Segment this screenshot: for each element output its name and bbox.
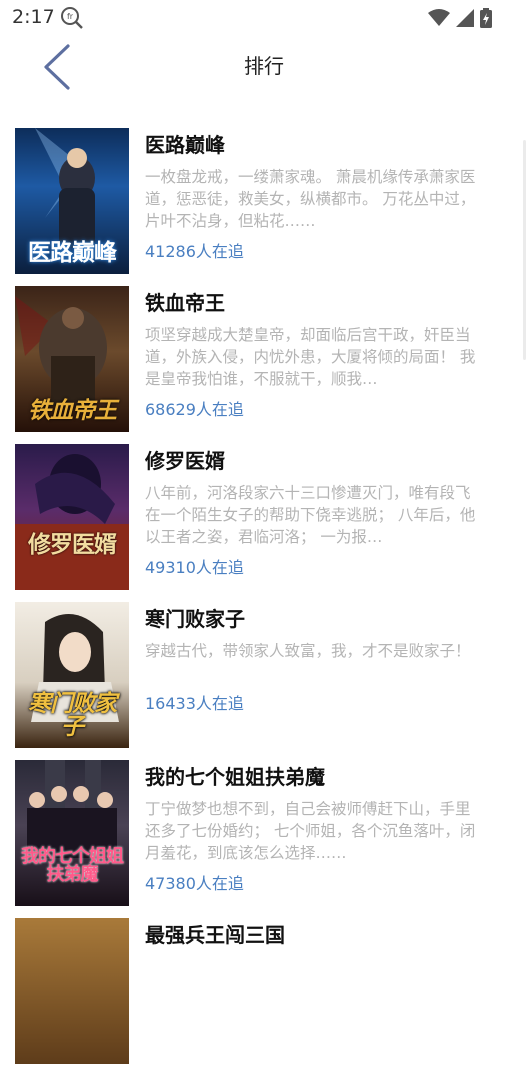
book-title: 最强兵王闯三国 bbox=[145, 923, 285, 947]
book-info: 寒门败家子 穿越古代，带领家人致富，我，才不是败家子！ 16433人在追 bbox=[145, 606, 485, 714]
book-cover: 修罗医婿 bbox=[15, 444, 129, 590]
book-title: 医路巅峰 bbox=[145, 133, 225, 157]
follower-count: 41286人在追 bbox=[145, 242, 244, 261]
book-description: 项坚穿越成大楚皇帝，却面临后宫干政，奸臣当道，外族入侵，内忧外患，大厦将倾的局面… bbox=[145, 326, 476, 388]
book-cover: 我的七个姐姐扶弟魔 bbox=[15, 760, 129, 906]
follower-count: 68629人在追 bbox=[145, 400, 244, 419]
book-cover: 铁血帝王 bbox=[15, 286, 129, 432]
cover-title: 寒门败家子 bbox=[28, 690, 117, 740]
follower-count: 16433人在追 bbox=[145, 694, 244, 713]
list-item[interactable]: 铁血帝王 铁血帝王 项坚穿越成大楚皇帝，却面临后宫干政，奸臣当道，外族入侵，内忧… bbox=[0, 286, 528, 444]
status-icons bbox=[428, 7, 492, 29]
book-info: 医路巅峰 一枚盘龙戒，一缕萧家魂。 萧晨机缘传承萧家医道，惩恶徒，救美女，纵横都… bbox=[145, 132, 485, 262]
book-title: 寒门败家子 bbox=[145, 607, 245, 631]
book-info: 我的七个姐姐扶弟魔 丁宁做梦也想不到，自己会被师傅赶下山，手里还多了七份婚约； … bbox=[145, 764, 485, 894]
cover-title: 我的七个姐姐扶弟魔 bbox=[21, 846, 124, 885]
svg-text:fr: fr bbox=[67, 12, 74, 21]
list-item[interactable]: 医路巅峰 医路巅峰 一枚盘龙戒，一缕萧家魂。 萧晨机缘传承萧家医道，惩恶徒，救美… bbox=[0, 128, 528, 286]
wifi-icon bbox=[428, 9, 450, 26]
book-cover: 寒门败家子 bbox=[15, 602, 129, 748]
scrollbar[interactable] bbox=[523, 140, 526, 360]
font-search-icon: fr bbox=[61, 7, 83, 29]
book-info: 最强兵王闯三国 bbox=[145, 922, 485, 948]
book-info: 修罗医婿 八年前，河洛段家六十三口惨遭灭门，唯有段飞在一个陌生女子的帮助下侥幸逃… bbox=[145, 448, 485, 578]
page-title: 排行 bbox=[244, 54, 284, 78]
book-description: 一枚盘龙戒，一缕萧家魂。 萧晨机缘传承萧家医道，惩恶徒，救美女，纵横都市。 万花… bbox=[145, 168, 476, 230]
book-description: 八年前，河洛段家六十三口惨遭灭门，唯有段飞在一个陌生女子的帮助下侥幸逃脱； 八年… bbox=[145, 484, 476, 546]
status-time: 2:17 bbox=[12, 6, 55, 28]
ranking-list: 医路巅峰 医路巅峰 一枚盘龙戒，一缕萧家魂。 萧晨机缘传承萧家医道，惩恶徒，救美… bbox=[0, 128, 528, 1076]
book-title: 修罗医婿 bbox=[145, 449, 225, 473]
book-cover: 医路巅峰 bbox=[15, 128, 129, 274]
list-item[interactable]: 最强兵王闯三国 bbox=[0, 918, 528, 1076]
book-description: 穿越古代，带领家人致富，我，才不是败家子！ bbox=[145, 642, 471, 660]
list-item[interactable]: 修罗医婿 修罗医婿 八年前，河洛段家六十三口惨遭灭门，唯有段飞在一个陌生女子的帮… bbox=[0, 444, 528, 602]
signal-icon bbox=[456, 9, 474, 27]
book-description: 丁宁做梦也想不到，自己会被师傅赶下山，手里还多了七份婚约； 七个师姐，各个沉鱼落… bbox=[145, 800, 476, 862]
cover-title: 医路巅峰 bbox=[28, 239, 117, 266]
status-bar: 2:17 fr bbox=[0, 0, 528, 36]
book-cover bbox=[15, 918, 129, 1064]
follower-count: 47380人在追 bbox=[145, 874, 244, 893]
top-app-bar: 排行 bbox=[0, 36, 528, 96]
follower-count: 49310人在追 bbox=[145, 558, 244, 577]
battery-charging-icon bbox=[480, 8, 492, 28]
book-title: 我的七个姐姐扶弟魔 bbox=[145, 765, 325, 789]
book-title: 铁血帝王 bbox=[145, 291, 225, 315]
book-info: 铁血帝王 项坚穿越成大楚皇帝，却面临后宫干政，奸臣当道，外族入侵，内忧外患，大厦… bbox=[145, 290, 485, 420]
cover-title: 修罗医婿 bbox=[28, 531, 117, 558]
cover-art bbox=[15, 454, 129, 590]
cover-title: 铁血帝王 bbox=[28, 397, 117, 424]
list-item[interactable]: 寒门败家子 寒门败家子 穿越古代，带领家人致富，我，才不是败家子！ 16433人… bbox=[0, 602, 528, 760]
list-item[interactable]: 我的七个姐姐扶弟魔 我的七个姐姐扶弟魔 丁宁做梦也想不到，自己会被师傅赶下山，手… bbox=[0, 760, 528, 918]
